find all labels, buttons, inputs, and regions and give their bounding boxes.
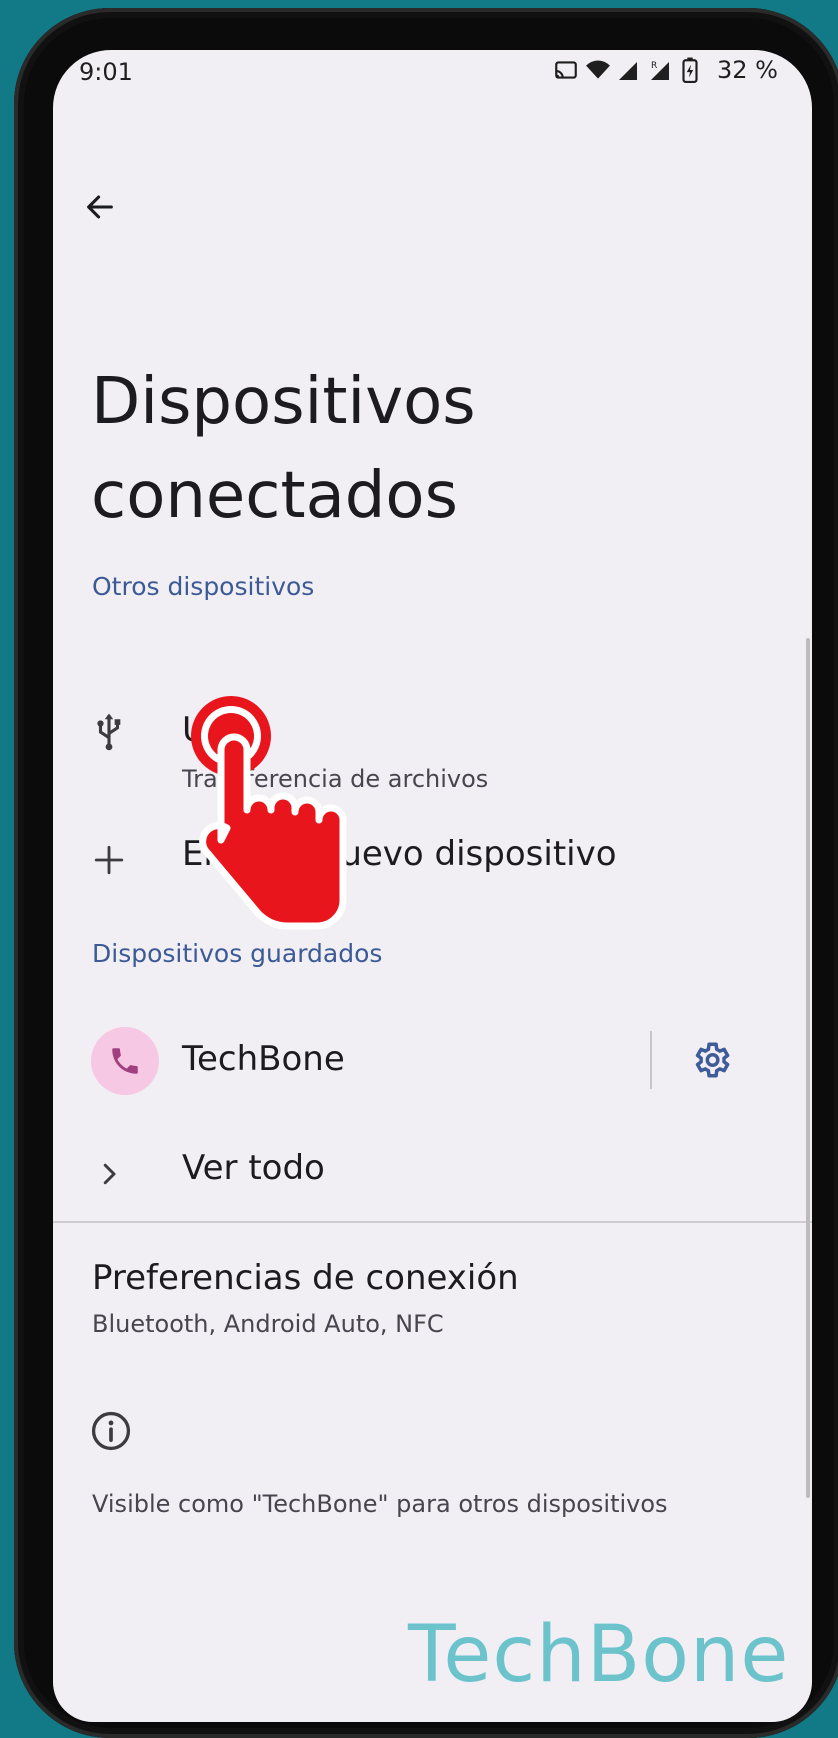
device-settings-button[interactable] <box>683 1032 739 1088</box>
battery-charging-icon <box>681 57 707 83</box>
screen: 9:01 R 32 % Dispositivos conectados Otro <box>53 50 812 1722</box>
svg-text:R: R <box>651 61 657 71</box>
battery-percentage: 32 % <box>717 56 778 84</box>
phone-icon <box>112 1048 138 1074</box>
signal-icon <box>617 57 643 83</box>
see-all-label: Ver todo <box>182 1148 325 1188</box>
watermark-logo: TechBone <box>408 1610 790 1700</box>
wifi-icon <box>585 57 611 83</box>
visible-as-text: Visible como "TechBone" para otros dispo… <box>92 1490 668 1518</box>
status-icons: R 32 % <box>553 56 778 84</box>
chevron-right-icon <box>87 1152 131 1196</box>
tap-hand-icon <box>191 690 351 930</box>
saved-device-name: TechBone <box>182 1039 345 1079</box>
see-all-row[interactable]: Ver todo <box>53 1130 812 1220</box>
cast-icon <box>553 57 579 83</box>
section-divider <box>53 1221 812 1223</box>
vertical-divider <box>650 1031 652 1089</box>
scrollbar[interactable] <box>806 638 810 1498</box>
status-bar: 9:01 R 32 % <box>53 50 812 120</box>
section-label-saved-devices: Dispositivos guardados <box>92 939 383 968</box>
usb-icon <box>87 710 131 754</box>
plus-icon <box>87 838 131 882</box>
page-title: Dispositivos conectados <box>91 365 476 533</box>
info-icon <box>89 1409 133 1453</box>
connection-preferences-subtitle: Bluetooth, Android Auto, NFC <box>92 1310 444 1338</box>
pair-new-device-row[interactable]: Enlazar nuevo dispositivo <box>53 820 812 920</box>
back-button[interactable] <box>75 182 125 232</box>
connection-preferences-title: Preferencias de conexión <box>92 1258 519 1298</box>
status-time: 9:01 <box>79 58 133 86</box>
signal-roaming-icon: R <box>649 57 675 83</box>
usb-row[interactable]: USB Transferencia de archivos <box>53 680 812 793</box>
section-label-other-devices: Otros dispositivos <box>92 572 315 601</box>
arrow-left-icon <box>87 195 113 219</box>
gear-icon <box>695 1042 730 1078</box>
saved-device-avatar <box>91 1027 159 1095</box>
saved-device-row[interactable]: TechBone <box>53 1010 812 1110</box>
